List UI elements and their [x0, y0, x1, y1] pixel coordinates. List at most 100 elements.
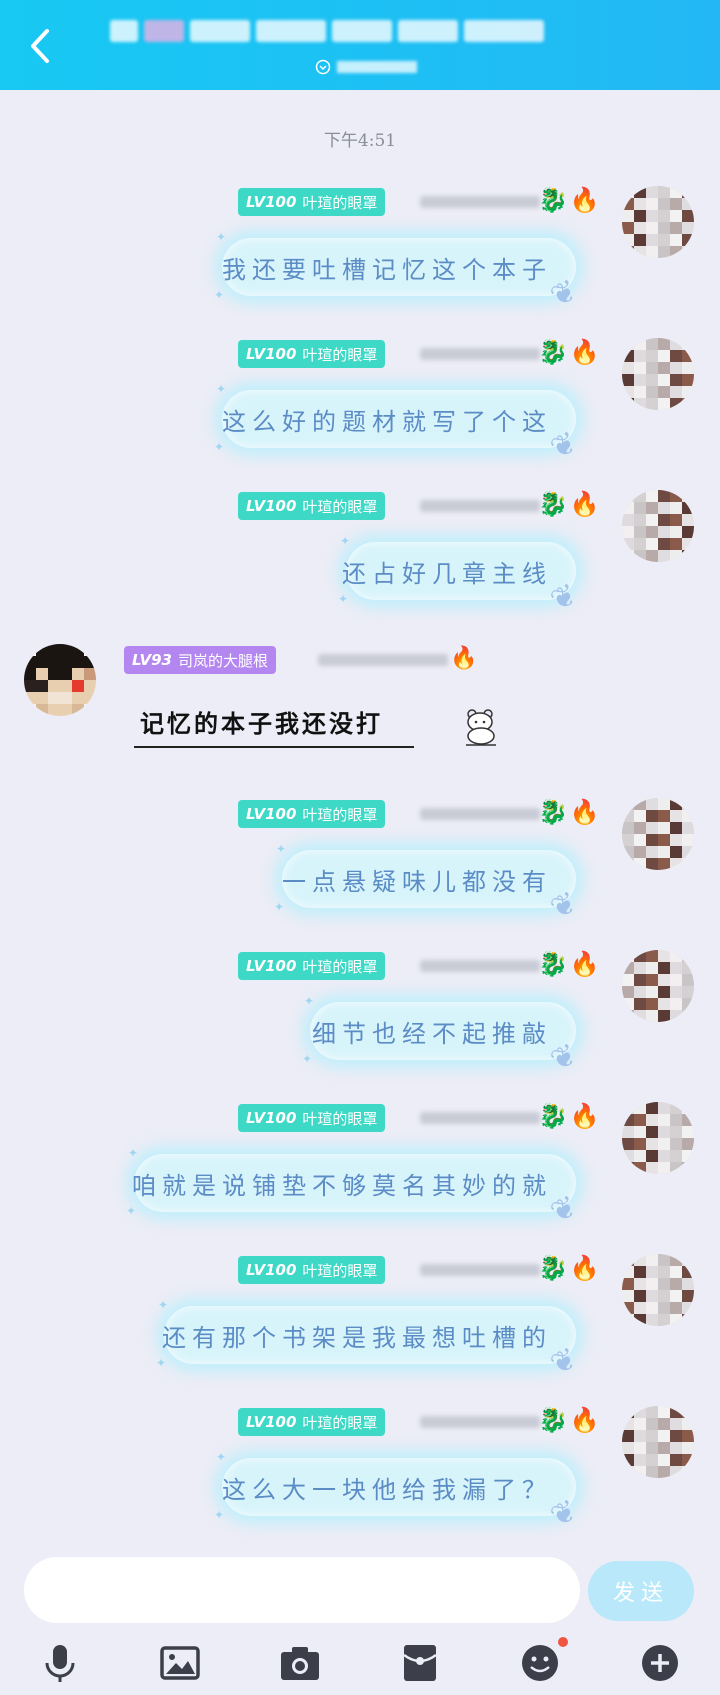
- message-bubble[interactable]: 记忆的本子我还没打: [134, 696, 414, 748]
- message-meta: LV100 叶瑄的眼罩 🐉 🔥: [238, 1406, 600, 1436]
- message-meta: LV100 叶瑄的眼罩 🐉 🔥: [238, 186, 600, 216]
- level-text: LV100: [246, 1413, 297, 1431]
- sender-name: [318, 654, 448, 666]
- title-text: 叶瑄的眼罩: [302, 957, 378, 976]
- avatar[interactable]: [622, 186, 694, 258]
- level-text: LV100: [246, 805, 297, 823]
- message-text: 我还要吐槽记忆这个本子: [222, 255, 552, 284]
- sparkle-icon: ✦: [274, 900, 291, 914]
- decoration-icons: 🐉 🔥: [538, 338, 600, 366]
- message-row-right: LV100 叶瑄的眼罩 🐉 🔥 这么大一块他给我漏了？ ❦ ✦ ✦: [0, 1406, 720, 1556]
- bear-sticker-icon: [466, 709, 496, 746]
- message-row-right: LV100 叶瑄的眼罩 🐉 🔥 这么好的题材就写了个这 ❦ ✦ ✦: [0, 338, 720, 488]
- sparkle-icon: ✦: [158, 1298, 175, 1312]
- avatar[interactable]: [24, 644, 96, 716]
- more-button[interactable]: [636, 1639, 684, 1687]
- fire-icon: 🔥: [569, 798, 600, 826]
- level-badge: LV100 叶瑄的眼罩: [238, 1408, 386, 1436]
- dragon-icon: 🐉: [538, 798, 568, 826]
- level-badge: LV100 叶瑄的眼罩: [238, 492, 386, 520]
- level-text: LV100: [246, 957, 297, 975]
- avatar[interactable]: [622, 338, 694, 410]
- level-badge: LV100 叶瑄的眼罩: [238, 188, 386, 216]
- chevron-down-circle-icon: [315, 59, 331, 75]
- message-row-right: LV100 叶瑄的眼罩 🐉 🔥 一点悬疑味儿都没有 ❦ ✦ ✦: [0, 798, 720, 948]
- avatar[interactable]: [622, 1102, 694, 1174]
- dragon-icon: 🐉: [538, 1254, 568, 1282]
- image-button[interactable]: [156, 1639, 204, 1687]
- title-text: 叶瑄的眼罩: [302, 193, 378, 212]
- title-text: 叶瑄的眼罩: [302, 1413, 378, 1432]
- sender-name: [420, 196, 540, 208]
- message-bubble[interactable]: 还占好几章主线 ❦ ✦ ✦: [338, 534, 588, 619]
- chat-input-bar: 发送: [0, 1545, 720, 1695]
- voice-button[interactable]: [36, 1639, 84, 1687]
- message-row-right: LV100 叶瑄的眼罩 🐉 🔥 细节也经不起推敲 ❦ ✦ ✦: [0, 950, 720, 1100]
- pixel-avatar-image: [622, 338, 694, 410]
- message-bubble[interactable]: 细节也经不起推敲 ❦ ✦ ✦: [302, 994, 588, 1079]
- sparkle-icon: ✦: [128, 1146, 145, 1160]
- chat-title[interactable]: [110, 14, 570, 48]
- chat-subtitle[interactable]: [315, 56, 417, 78]
- sparkle-icon: ✦: [276, 842, 293, 856]
- message-input[interactable]: [24, 1557, 580, 1623]
- decoration-icons: 🐉 🔥: [538, 798, 600, 826]
- send-button[interactable]: 发送: [588, 1561, 694, 1621]
- chat-toolbar: [0, 1637, 720, 1695]
- chevron-left-icon: [31, 29, 49, 63]
- level-badge: LV100 叶瑄的眼罩: [238, 1256, 386, 1284]
- message-bubble[interactable]: 我还要吐槽记忆这个本子 ❦ ✦ ✦: [214, 230, 588, 315]
- message-text: 一点悬疑味儿都没有: [282, 867, 552, 896]
- title-text: 司岚的大腿根: [177, 651, 268, 670]
- message-meta: LV100 叶瑄的眼罩 🐉 🔥: [238, 950, 600, 980]
- camera-icon: [281, 1647, 319, 1680]
- message-bubble[interactable]: 还有那个书架是我最想吐槽的 ❦ ✦ ✦: [156, 1298, 588, 1383]
- message-bubble[interactable]: 这么好的题材就写了个这 ❦ ✦ ✦: [214, 382, 588, 467]
- level-badge: LV100 叶瑄的眼罩: [238, 340, 386, 368]
- emoji-button[interactable]: [516, 1637, 568, 1687]
- sender-name: [420, 500, 540, 512]
- fire-icon: 🔥: [450, 646, 478, 671]
- notification-dot: [558, 1637, 568, 1647]
- level-text: LV93: [132, 651, 172, 669]
- message-bubble[interactable]: 咱就是说铺垫不够莫名其妙的就 ❦ ✦ ✦: [126, 1146, 588, 1231]
- message-row-right: LV100 叶瑄的眼罩 🐉 🔥 咱就是说铺垫不够莫名其妙的就 ❦ ✦ ✦: [0, 1102, 720, 1252]
- chat-header: [0, 0, 720, 90]
- message-bubble[interactable]: 这么大一块他给我漏了？ ❦ ✦ ✦: [214, 1450, 588, 1535]
- fire-icon: 🔥: [569, 338, 600, 366]
- level-text: LV100: [246, 345, 297, 363]
- sparkle-icon: ✦: [216, 382, 233, 396]
- red-packet-button[interactable]: [396, 1639, 444, 1687]
- sparkle-icon: ✦: [216, 1450, 233, 1464]
- red-packet-icon: [403, 1645, 437, 1681]
- fire-icon: 🔥: [569, 1254, 600, 1282]
- title-text: 叶瑄的眼罩: [302, 1261, 378, 1280]
- level-text: LV100: [246, 1261, 297, 1279]
- sparkle-icon: ✦: [302, 1052, 319, 1066]
- avatar[interactable]: [622, 490, 694, 562]
- message-bubble[interactable]: 一点悬疑味儿都没有 ❦ ✦ ✦: [274, 842, 588, 927]
- image-icon: [160, 1646, 200, 1680]
- message-text: 咱就是说铺垫不够莫名其妙的就: [132, 1171, 552, 1200]
- camera-button[interactable]: [276, 1639, 324, 1687]
- sender-name: [420, 1264, 540, 1276]
- level-badge: LV93 司岚的大腿根: [124, 646, 276, 674]
- back-button[interactable]: [22, 24, 58, 68]
- decoration-icons: 🐉 🔥: [538, 1406, 600, 1434]
- level-badge: LV100 叶瑄的眼罩: [238, 1104, 386, 1132]
- decoration-icons: 🐉 🔥: [538, 950, 600, 978]
- message-row-right: LV100 叶瑄的眼罩 🐉 🔥 还占好几章主线 ❦ ✦ ✦: [0, 490, 720, 640]
- message-meta: LV100 叶瑄的眼罩 🐉 🔥: [238, 1254, 600, 1284]
- avatar[interactable]: [622, 1406, 694, 1478]
- level-badge: LV100 叶瑄的眼罩: [238, 800, 386, 828]
- decoration-icons: 🐉 🔥: [538, 186, 600, 214]
- pixel-avatar-image: [622, 950, 694, 1022]
- message-text: 还占好几章主线: [342, 559, 552, 588]
- fire-icon: 🔥: [569, 950, 600, 978]
- title-text: 叶瑄的眼罩: [302, 805, 378, 824]
- avatar[interactable]: [622, 798, 694, 870]
- avatar[interactable]: [622, 950, 694, 1022]
- avatar[interactable]: [622, 1254, 694, 1326]
- sparkle-icon: ✦: [214, 440, 231, 454]
- decoration-icons: 🐉 🔥: [538, 1102, 600, 1130]
